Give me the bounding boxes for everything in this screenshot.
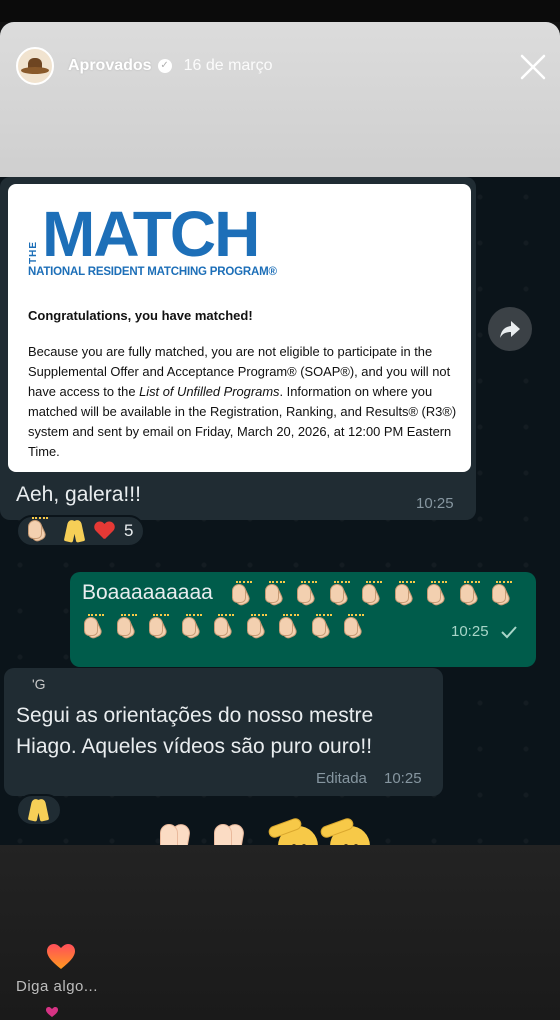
- reply-input[interactable]: Diga algo...: [16, 978, 98, 995]
- clap-icon: [295, 581, 321, 608]
- reactions-count: 5: [124, 521, 134, 540]
- edited-label: Editada: [316, 770, 367, 787]
- read-check-icon: [501, 626, 517, 639]
- avatar[interactable]: [16, 47, 54, 85]
- pray-icon: [26, 797, 52, 823]
- clap-emoji-row-1: [230, 581, 525, 608]
- clap-icon: [212, 614, 238, 641]
- email-screenshot[interactable]: THE MATCH NATIONAL RESIDENT MATCHING PRO…: [8, 184, 471, 472]
- message-reactions[interactable]: [16, 794, 62, 826]
- email-heading: Congratulations, you have matched!: [28, 308, 253, 323]
- message-text-line-2: Hiago. Aqueles vídeos são puro ouro!!: [16, 735, 373, 758]
- clap-icon: [115, 614, 141, 641]
- close-icon[interactable]: [518, 52, 548, 82]
- message-text: Aeh, galera!!!: [16, 483, 141, 506]
- message-bubble-outgoing[interactable]: Boaaaaaaaaa 10:25: [70, 572, 536, 667]
- clap-icon: [425, 581, 451, 608]
- pray-icon: [62, 518, 86, 544]
- message-bubble-incoming[interactable]: 'G Segui as orientações do nosso mestre …: [4, 668, 443, 796]
- clap-icon: [245, 614, 271, 641]
- clap-icon: [263, 581, 289, 608]
- clap-icon: [490, 581, 516, 608]
- story-date: 16 de março: [183, 57, 273, 74]
- clap-icon: [310, 614, 336, 641]
- clap-icon: [328, 581, 354, 608]
- clap-icon: [458, 581, 484, 608]
- message-time: 10:25: [384, 770, 422, 787]
- logo-match: MATCH: [42, 198, 260, 270]
- message-sender: 'G: [32, 676, 46, 692]
- logo-subtitle: NATIONAL RESIDENT MATCHING PROGRAM®: [28, 266, 277, 278]
- message-time: 10:25: [451, 623, 489, 640]
- clap-icon: [82, 614, 108, 641]
- clap-icon: [277, 614, 303, 641]
- clap-icon: [360, 581, 386, 608]
- clap-emoji-row-2: [82, 614, 377, 641]
- forward-button[interactable]: [488, 307, 532, 351]
- status-strip: [0, 0, 560, 22]
- reply-bar: Diga algo...: [0, 845, 560, 1020]
- story-header: Aprovados ✓ 16 de março: [16, 46, 273, 86]
- clap-icon: [147, 614, 173, 641]
- story-username[interactable]: Aprovados: [68, 57, 152, 75]
- match-logo: THE MATCH NATIONAL RESIDENT MATCHING PRO…: [28, 202, 328, 282]
- email-italic: List of Unfilled Programs: [139, 384, 280, 399]
- heart-icon: [46, 1007, 58, 1017]
- message-text: Boaaaaaaaaa: [82, 581, 213, 604]
- logo-the: THE: [28, 241, 39, 264]
- heart-icon[interactable]: [46, 943, 76, 971]
- clap-icon: [180, 614, 206, 641]
- clap-icon: [393, 581, 419, 608]
- clap-icon: [342, 614, 368, 641]
- clap-icon: [26, 517, 52, 544]
- message-reactions[interactable]: 5: [16, 515, 146, 547]
- email-body: Because you are fully matched, you are n…: [28, 344, 457, 459]
- verified-icon: ✓: [157, 59, 172, 73]
- message-time: 10:25: [416, 495, 454, 512]
- heart-icon: [94, 522, 114, 540]
- message-text-line-1: Segui as orientações do nosso mestre: [16, 704, 374, 727]
- clap-icon: [230, 581, 256, 608]
- forward-icon: [500, 321, 520, 338]
